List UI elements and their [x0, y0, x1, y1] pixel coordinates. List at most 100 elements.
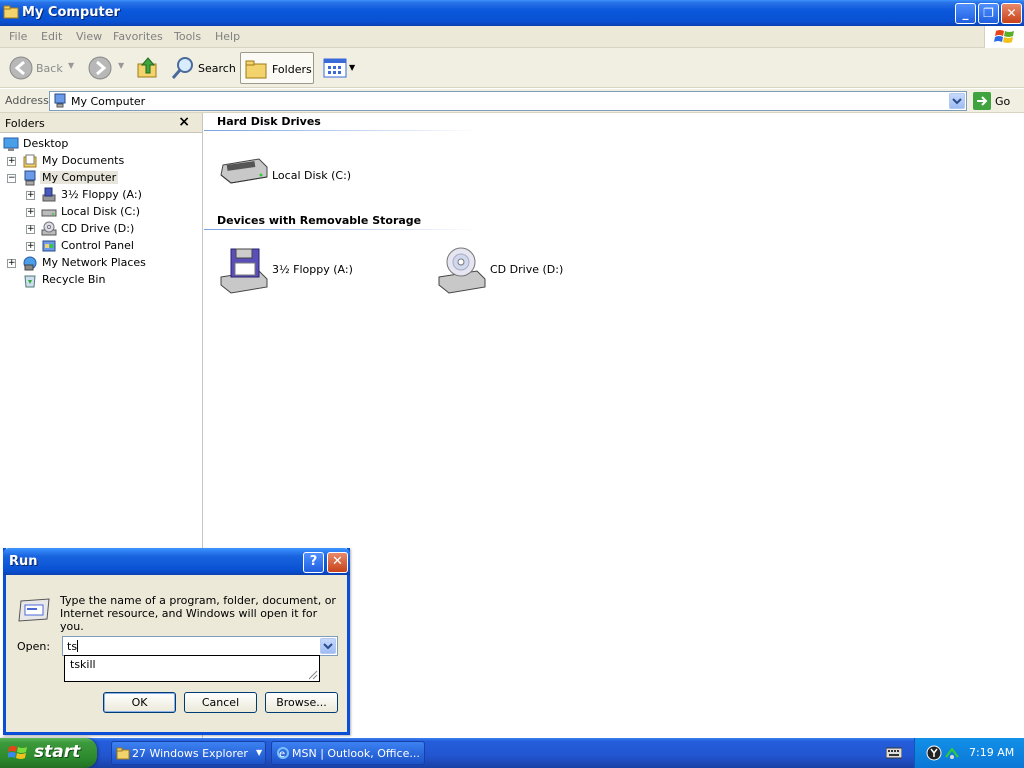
tree-item-control-panel[interactable]: + Control Panel — [25, 238, 195, 254]
expand-icon[interactable]: + — [7, 157, 16, 166]
views-button[interactable]: ▼ — [320, 52, 358, 84]
my-documents-icon — [23, 154, 37, 168]
address-dropdown-button[interactable] — [949, 93, 965, 109]
my-computer-icon — [24, 170, 36, 186]
run-title-bar[interactable]: Run — [3, 548, 350, 575]
forward-arrow-icon — [88, 56, 112, 80]
title-bar[interactable]: My Computer _ ❐ ✕ — [0, 0, 1024, 26]
drive-label: Local Disk (C:) — [272, 169, 352, 182]
close-button[interactable]: ✕ — [1001, 3, 1022, 24]
drive-floppy[interactable]: 3½ Floppy (A:) — [219, 247, 369, 295]
recycle-bin-icon — [24, 275, 36, 288]
resize-grip-icon[interactable] — [306, 668, 318, 680]
up-folder-button[interactable] — [134, 52, 162, 84]
hard-disk-icon — [220, 158, 268, 184]
tree-item-my-documents[interactable]: + My Documents — [6, 153, 196, 169]
start-label: start — [34, 742, 81, 762]
my-computer-icon — [54, 93, 66, 108]
search-button[interactable]: Search — [168, 52, 236, 84]
network-tray-icon[interactable] — [944, 745, 960, 761]
tree-item-label: Local Disk (C:) — [61, 205, 141, 218]
chevron-down-icon: ▼ — [68, 61, 75, 70]
tray-app-icon[interactable] — [926, 745, 942, 761]
clock: 7:19 AM — [969, 746, 1015, 759]
drive-cd[interactable]: CD Drive (D:) — [437, 247, 587, 295]
tree-item-floppy[interactable]: + 3½ Floppy (A:) — [25, 187, 195, 203]
run-description-line1: Type the name of a program, folder, docu… — [60, 594, 336, 607]
tree-item-recycle-bin[interactable]: Recycle Bin — [6, 272, 196, 288]
taskbar: start 27 Windows Explorer ▼ e MSN | Outl… — [0, 738, 1024, 768]
expand-icon[interactable]: + — [26, 225, 35, 234]
drive-label: CD Drive (D:) — [490, 263, 564, 276]
window-title: My Computer — [22, 5, 120, 20]
run-description-line2: Internet resource, and Windows will open… — [60, 607, 318, 633]
cancel-button[interactable]: Cancel — [184, 692, 257, 713]
folders-button[interactable]: Folders — [240, 52, 314, 84]
tree-item-label: My Documents — [42, 154, 125, 167]
expand-icon[interactable]: + — [7, 259, 16, 268]
address-label: Address — [5, 94, 49, 107]
drive-label: 3½ Floppy (A:) — [272, 263, 353, 276]
collapse-icon[interactable]: − — [7, 174, 16, 183]
menu-tools[interactable]: Tools — [174, 30, 201, 43]
back-arrow-icon — [9, 56, 33, 80]
group-title-removable-storage: Devices with Removable Storage — [217, 214, 422, 227]
taskbar-item-windows-explorer[interactable]: 27 Windows Explorer ▼ — [111, 741, 266, 765]
keyboard-tray-icon[interactable] — [886, 747, 902, 759]
tree-item-network-places[interactable]: + My Network Places — [6, 255, 196, 271]
back-button[interactable]: Back ▼ — [6, 52, 78, 84]
taskbar-item-label: 27 Windows Explorer — [132, 747, 248, 760]
group-divider — [204, 229, 479, 230]
menu-favorites[interactable]: Favorites — [113, 30, 163, 43]
floppy-icon — [42, 187, 56, 202]
toolbar: Back ▼ ▼ Search Folders ▼ — [0, 48, 1024, 88]
menu-edit[interactable]: Edit — [41, 30, 62, 43]
windows-logo-icon — [984, 26, 1024, 48]
menu-bar: File Edit View Favorites Tools Help — [0, 26, 1024, 48]
search-label: Search — [198, 62, 236, 75]
browse-button[interactable]: Browse... — [265, 692, 338, 713]
taskbar-item-label: MSN | Outlook, Office... — [292, 747, 420, 760]
expand-icon[interactable]: + — [26, 242, 35, 251]
network-places-icon — [23, 256, 37, 271]
open-input-value: ts — [67, 640, 79, 653]
autocomplete-list: tskill — [64, 655, 320, 682]
expand-icon[interactable]: + — [26, 208, 35, 217]
autocomplete-item[interactable]: tskill — [70, 658, 96, 671]
taskbar-item-msn[interactable]: e MSN | Outlook, Office... — [271, 741, 425, 765]
start-button[interactable]: start — [0, 738, 97, 768]
chevron-down-icon — [323, 643, 333, 650]
control-panel-icon — [42, 240, 56, 252]
close-folder-pane-icon[interactable]: × — [178, 114, 190, 130]
windows-flag-icon — [8, 746, 27, 759]
tree-item-local-disk[interactable]: + Local Disk (C:) — [25, 204, 195, 220]
menu-help[interactable]: Help — [215, 30, 240, 43]
up-folder-icon — [137, 57, 157, 78]
forward-button[interactable]: ▼ — [85, 52, 130, 84]
svg-text:e: e — [279, 749, 285, 760]
tree-item-cd-drive[interactable]: + CD Drive (D:) — [25, 221, 195, 237]
restore-button[interactable]: ❐ — [978, 3, 999, 24]
address-input[interactable]: My Computer — [49, 91, 967, 111]
go-button[interactable]: Go — [972, 91, 1020, 111]
minimize-button[interactable]: _ — [955, 3, 976, 24]
tree-item-my-computer[interactable]: − My Computer — [6, 170, 196, 186]
folder-pane-title: Folders — [5, 117, 45, 130]
run-close-button[interactable]: ✕ — [327, 552, 348, 573]
open-dropdown-button[interactable] — [320, 638, 336, 654]
drive-local-disk[interactable]: Local Disk (C:) — [219, 153, 369, 189]
desktop-icon — [3, 137, 19, 151]
menu-file[interactable]: File — [9, 30, 27, 43]
chevron-down-icon: ▼ — [349, 63, 356, 72]
chevron-down-icon — [952, 98, 962, 105]
expand-icon[interactable]: + — [26, 191, 35, 200]
menu-view[interactable]: View — [76, 30, 102, 43]
open-input[interactable]: ts — [62, 636, 338, 656]
tree-item-desktop[interactable]: Desktop — [3, 136, 193, 152]
cd-drive-icon — [438, 247, 486, 294]
tree-item-label: Recycle Bin — [42, 273, 106, 286]
ok-button[interactable]: OK — [103, 692, 176, 713]
help-button[interactable]: ? — [303, 552, 324, 573]
tree-item-label: Desktop — [23, 137, 69, 150]
views-icon — [323, 58, 347, 78]
